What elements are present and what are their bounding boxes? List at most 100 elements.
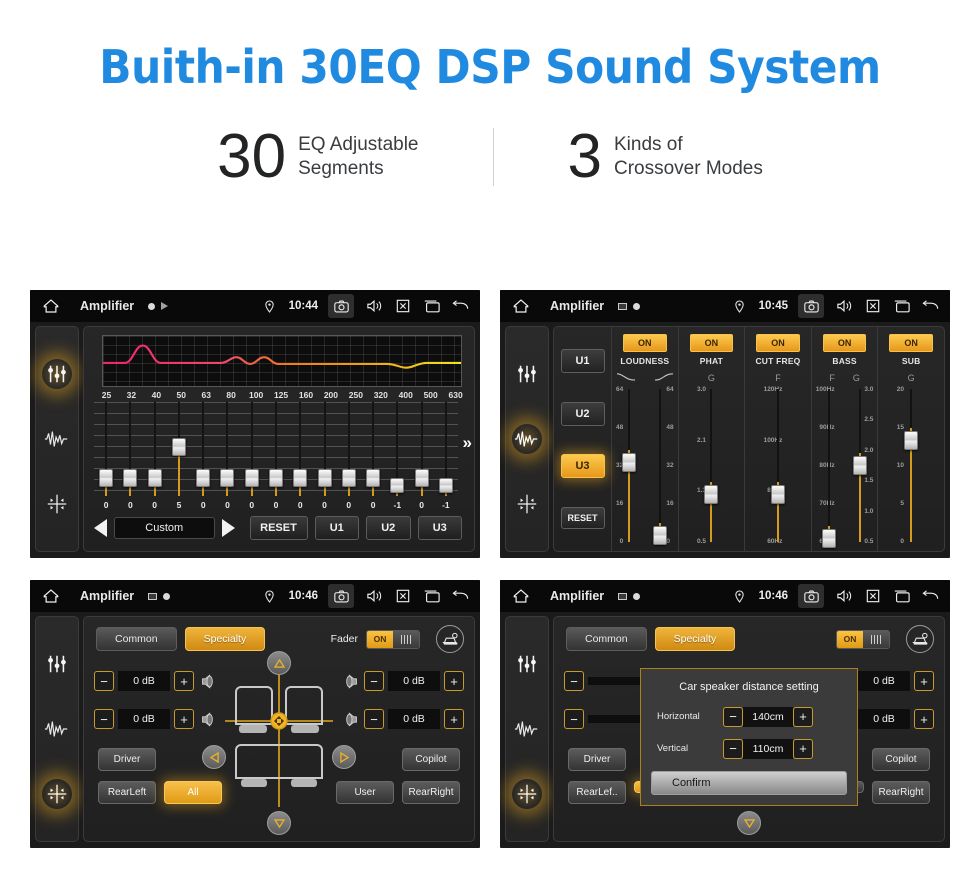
nudge-up-button[interactable]: [267, 651, 291, 675]
minus-button[interactable]: −: [723, 706, 743, 727]
seat-button-copilot[interactable]: Copilot: [402, 748, 460, 771]
close-box-icon[interactable]: [393, 297, 412, 316]
minus-button[interactable]: −: [364, 671, 384, 691]
minus-button[interactable]: −: [94, 709, 114, 729]
eq-slider-knob[interactable]: [438, 477, 453, 493]
slider-knob[interactable]: [822, 529, 837, 549]
home-icon[interactable]: [40, 295, 62, 317]
back-arrow-icon[interactable]: [921, 297, 940, 316]
seat-button-copilot[interactable]: Copilot: [872, 748, 930, 771]
tab-common[interactable]: Common: [566, 627, 647, 651]
balance-icon[interactable]: [42, 489, 72, 519]
eq-slider[interactable]: 0: [312, 402, 337, 510]
seat-button-driver[interactable]: Driver: [568, 748, 626, 771]
seat-button-driver[interactable]: Driver: [98, 748, 156, 771]
eq-slider-knob[interactable]: [317, 468, 332, 487]
plus-button[interactable]: +: [793, 738, 813, 759]
eq-slider[interactable]: -1: [433, 402, 458, 510]
recents-icon[interactable]: [892, 297, 911, 316]
eq-slider[interactable]: -1: [385, 402, 410, 510]
nudge-down-button[interactable]: [267, 811, 291, 835]
nudge-left-button[interactable]: [202, 745, 226, 769]
plus-button[interactable]: +: [444, 709, 464, 729]
eq-slider[interactable]: 0: [409, 402, 434, 510]
crossover-slider[interactable]: 64 48 32 16 0: [647, 386, 674, 545]
eq-slider[interactable]: 0: [94, 402, 119, 510]
eq-slider[interactable]: 0: [191, 402, 216, 510]
confirm-button[interactable]: Confirm: [651, 770, 847, 795]
car-settings-icon[interactable]: [436, 625, 464, 653]
user-preset-u3-button[interactable]: U3: [417, 516, 463, 540]
car-settings-icon[interactable]: [906, 625, 934, 653]
balance-icon[interactable]: [512, 779, 542, 810]
section-toggle-on[interactable]: ON: [623, 334, 667, 352]
equalizer-icon[interactable]: [42, 649, 72, 679]
user-preset-u1-button[interactable]: U1: [314, 516, 360, 540]
section-toggle-on[interactable]: ON: [889, 334, 933, 352]
seat-button-rearleft[interactable]: RearLef..: [568, 781, 626, 804]
nudge-right-button[interactable]: [332, 745, 356, 769]
camera-icon[interactable]: [328, 584, 354, 608]
eq-slider-knob[interactable]: [99, 468, 114, 487]
slider-knob[interactable]: [904, 430, 919, 450]
eq-slider-knob[interactable]: [390, 477, 405, 493]
back-arrow-icon[interactable]: [451, 297, 470, 316]
section-toggle-on[interactable]: ON: [822, 334, 867, 352]
next-page-chevron-icon[interactable]: »: [463, 433, 472, 453]
tab-specialty[interactable]: Specialty: [184, 627, 266, 651]
slider-knob[interactable]: [622, 452, 637, 472]
back-arrow-icon[interactable]: [451, 587, 470, 606]
waveform-icon[interactable]: [42, 714, 72, 744]
preset-next-button[interactable]: [221, 519, 235, 537]
eq-slider[interactable]: 0: [263, 402, 289, 510]
fader-toggle[interactable]: ON: [836, 629, 890, 649]
crossover-slider[interactable]: 3.0 2.5 2.0 1.5 1.0 0.5: [847, 386, 873, 545]
slider-knob[interactable]: [653, 525, 668, 545]
user-preset-u2-button[interactable]: U2: [366, 516, 411, 540]
seat-button-all[interactable]: All: [164, 781, 222, 804]
camera-icon[interactable]: [798, 584, 824, 608]
plus-button[interactable]: +: [444, 671, 464, 691]
balance-icon[interactable]: [512, 489, 542, 519]
reset-button[interactable]: RESET: [249, 516, 308, 540]
eq-slider[interactable]: 0: [336, 402, 361, 510]
tab-specialty[interactable]: Specialty: [654, 627, 736, 651]
car-seat-map[interactable]: [219, 659, 339, 809]
minus-button[interactable]: −: [94, 671, 114, 691]
home-icon[interactable]: [510, 295, 532, 317]
eq-slider[interactable]: 0: [118, 402, 143, 510]
eq-slider-knob[interactable]: [147, 468, 162, 487]
seat-button-rearright[interactable]: RearRight: [402, 781, 460, 804]
waveform-icon[interactable]: [512, 714, 542, 744]
volume-icon[interactable]: [364, 587, 383, 606]
balance-icon[interactable]: [42, 779, 72, 810]
crossover-reset-button[interactable]: RESET: [560, 506, 605, 529]
equalizer-icon[interactable]: [512, 649, 542, 679]
crossover-preset-u1-button[interactable]: U1: [560, 349, 605, 374]
waveform-icon[interactable]: [42, 424, 72, 454]
eq-slider-knob[interactable]: [341, 468, 356, 487]
seat-button-user[interactable]: User: [336, 781, 394, 804]
plus-button[interactable]: +: [174, 709, 194, 729]
volume-icon[interactable]: [364, 297, 383, 316]
eq-slider[interactable]: 5: [166, 402, 192, 510]
back-arrow-icon[interactable]: [921, 587, 940, 606]
slider-knob[interactable]: [770, 484, 785, 504]
eq-slider-knob[interactable]: [366, 468, 381, 487]
eq-slider[interactable]: 0: [360, 402, 386, 510]
crossover-preset-u3-button[interactable]: U3: [560, 454, 605, 479]
recents-icon[interactable]: [422, 297, 441, 316]
eq-slider-knob[interactable]: [171, 437, 186, 456]
minus-button[interactable]: −: [564, 709, 584, 729]
slider-knob[interactable]: [704, 484, 719, 504]
crossover-slider[interactable]: 64 48 32 16 0: [616, 386, 643, 545]
equalizer-icon[interactable]: [42, 358, 72, 389]
recents-icon[interactable]: [892, 587, 911, 606]
recents-icon[interactable]: [422, 587, 441, 606]
plus-button[interactable]: +: [914, 671, 934, 691]
preset-name[interactable]: Custom: [114, 517, 215, 539]
crossover-slider[interactable]: 20 15 10 5 0: [897, 386, 926, 545]
seat-button-rearleft[interactable]: RearLeft: [98, 781, 156, 804]
eq-slider-knob[interactable]: [414, 468, 429, 487]
eq-slider-knob[interactable]: [268, 468, 283, 487]
